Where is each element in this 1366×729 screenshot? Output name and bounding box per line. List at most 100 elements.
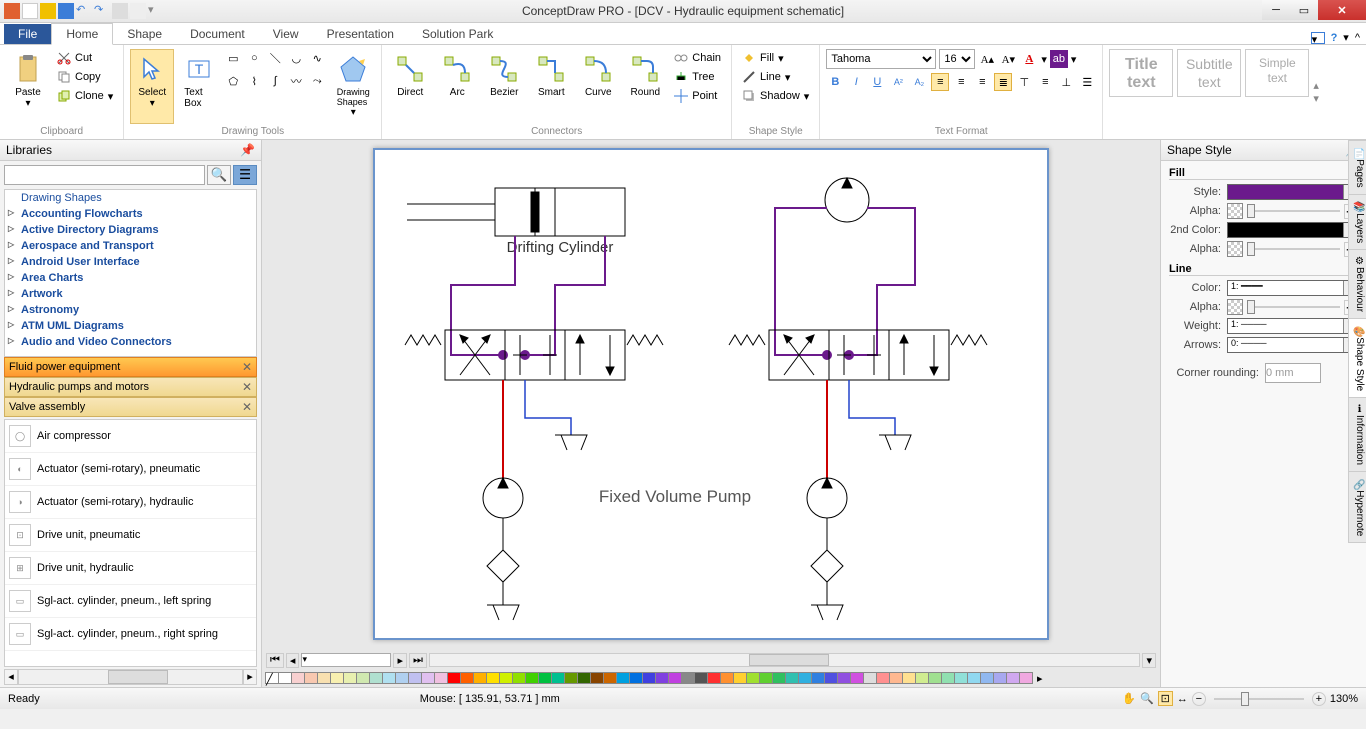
alpha-swatch[interactable] [1227,299,1243,315]
tree-item[interactable]: Artwork [5,286,256,302]
align-justify-icon[interactable]: ≣ [994,73,1012,91]
spline-tool-icon[interactable]: ∿ [308,49,326,67]
select-tool-button[interactable]: Select▾ [130,49,174,124]
swatch[interactable] [811,672,825,684]
swatch[interactable] [356,672,370,684]
swatch[interactable] [317,672,331,684]
swatch[interactable] [980,672,994,684]
swatch[interactable] [473,672,487,684]
close-library-icon[interactable]: ✕ [242,400,252,414]
font-size-select[interactable]: 16 [939,49,975,69]
shape-item[interactable]: ▭Sgl-act. cylinder, pneum., right spring [5,618,256,651]
close-button[interactable]: ✕ [1318,0,1366,20]
shape-list[interactable]: ◯Air compressor ◐Actuator (semi-rotary),… [4,419,257,667]
swatch[interactable] [967,672,981,684]
minimize-button[interactable]: ─ [1262,0,1290,20]
swatch[interactable] [551,672,565,684]
swatch[interactable] [759,672,773,684]
color-none-icon[interactable]: ╱ [265,672,279,684]
tree-item[interactable]: Aerospace and Transport [5,238,256,254]
sidetab-hypernote[interactable]: 🔗Hypernote [1348,471,1366,543]
qat-open-icon[interactable] [40,3,56,19]
zoom-out-icon[interactable]: − [1192,692,1206,706]
swatch[interactable] [954,672,968,684]
arc-tool-icon[interactable]: ◡ [287,49,305,67]
corner-input[interactable] [1265,363,1321,383]
preset-simple[interactable]: Simple text [1245,49,1309,97]
point-connector-button[interactable]: Point [670,87,725,105]
copy-button[interactable]: Copy [53,68,117,86]
qat-undo-icon[interactable]: ↶ [76,3,92,19]
help-dropdown-icon[interactable]: ▾ [1343,31,1349,44]
swatch[interactable] [499,672,513,684]
shape-item[interactable]: ▭Sgl-act. cylinder, pneum., left spring [5,585,256,618]
connector-tool-icon[interactable]: ⤳ [308,72,326,90]
swatch[interactable] [577,672,591,684]
shape-item[interactable]: ⊞Drive unit, hydraulic [5,552,256,585]
sidetab-layers[interactable]: 📚Layers [1348,194,1366,250]
library-search-input[interactable] [4,165,205,185]
swatch[interactable] [694,672,708,684]
sidetab-behaviour[interactable]: ⚙Behaviour [1348,249,1366,319]
tree-item[interactable]: Android User Interface [5,254,256,270]
swatch[interactable] [564,672,578,684]
tab-view[interactable]: View [259,24,313,44]
tree-item[interactable]: Audio and Video Connectors [5,334,256,350]
rect-tool-icon[interactable]: ▭ [224,49,242,67]
swatch[interactable] [798,672,812,684]
tab-presentation[interactable]: Presentation [313,24,408,44]
sidetab-information[interactable]: ℹInformation [1348,397,1366,472]
swatch[interactable] [395,672,409,684]
alpha-slider[interactable] [1247,210,1340,212]
tab-shape[interactable]: Shape [113,24,176,44]
chain-connector-button[interactable]: Chain [670,49,725,67]
qat-save-icon[interactable] [58,3,74,19]
swatch[interactable] [590,672,604,684]
paste-button[interactable]: Paste▾ [6,49,50,124]
sidetab-pages[interactable]: 📄Pages [1348,140,1366,195]
bezier-tool-icon[interactable]: ∫ [266,72,284,90]
fit-page-icon[interactable]: ⊡ [1158,691,1173,706]
line-button[interactable]: Line ▾ [738,68,813,86]
swatch[interactable] [915,672,929,684]
tab-file[interactable]: File [4,24,51,44]
arrows-picker[interactable]: 0: ────▼ [1227,337,1358,353]
maximize-button[interactable]: ▭ [1290,0,1318,20]
smart-connector-button[interactable]: Smart [529,49,573,124]
zoom-in-icon[interactable]: + [1312,692,1326,706]
vscroll-down-icon[interactable]: ▾ [1142,653,1156,668]
swatch[interactable] [304,672,318,684]
panel-hscroll[interactable]: ◂▸ [4,669,257,685]
swatch[interactable] [941,672,955,684]
tree-item[interactable]: Area Charts [5,270,256,286]
cut-button[interactable]: Cut [53,49,117,67]
open-library-valve[interactable]: Valve assembly✕ [4,397,257,417]
swatch[interactable] [733,672,747,684]
freehand-tool-icon[interactable]: 〰 [287,72,305,90]
fill-button[interactable]: Fill ▾ [738,49,813,67]
open-library-pumps[interactable]: Hydraulic pumps and motors✕ [4,377,257,397]
swatch[interactable] [421,672,435,684]
swatch[interactable] [538,672,552,684]
shadow-button[interactable]: Shadow ▾ [738,87,813,105]
shape-item[interactable]: ◑Actuator (semi-rotary), hydraulic [5,486,256,519]
qat-more-icon[interactable]: ▾ [148,3,164,19]
swatch[interactable] [876,672,890,684]
swatch[interactable] [447,672,461,684]
tab-solutionpark[interactable]: Solution Park [408,24,507,44]
swatch[interactable] [993,672,1007,684]
valign-top-icon[interactable]: ⊤ [1015,73,1033,91]
swatch[interactable] [681,672,695,684]
alpha-swatch[interactable] [1227,241,1243,257]
line-alpha-slider[interactable] [1247,306,1340,308]
underline-icon[interactable]: U [868,73,886,91]
grow-font-icon[interactable]: A▴ [978,50,996,68]
pan-tool-icon[interactable]: ✋ [1122,692,1136,705]
align-center-icon[interactable]: ≡ [952,73,970,91]
swatch[interactable] [330,672,344,684]
tab-home[interactable]: Home [51,23,113,45]
italic-icon[interactable]: I [847,73,865,91]
swatch[interactable] [278,672,292,684]
swatch[interactable] [837,672,851,684]
swatch[interactable] [486,672,500,684]
